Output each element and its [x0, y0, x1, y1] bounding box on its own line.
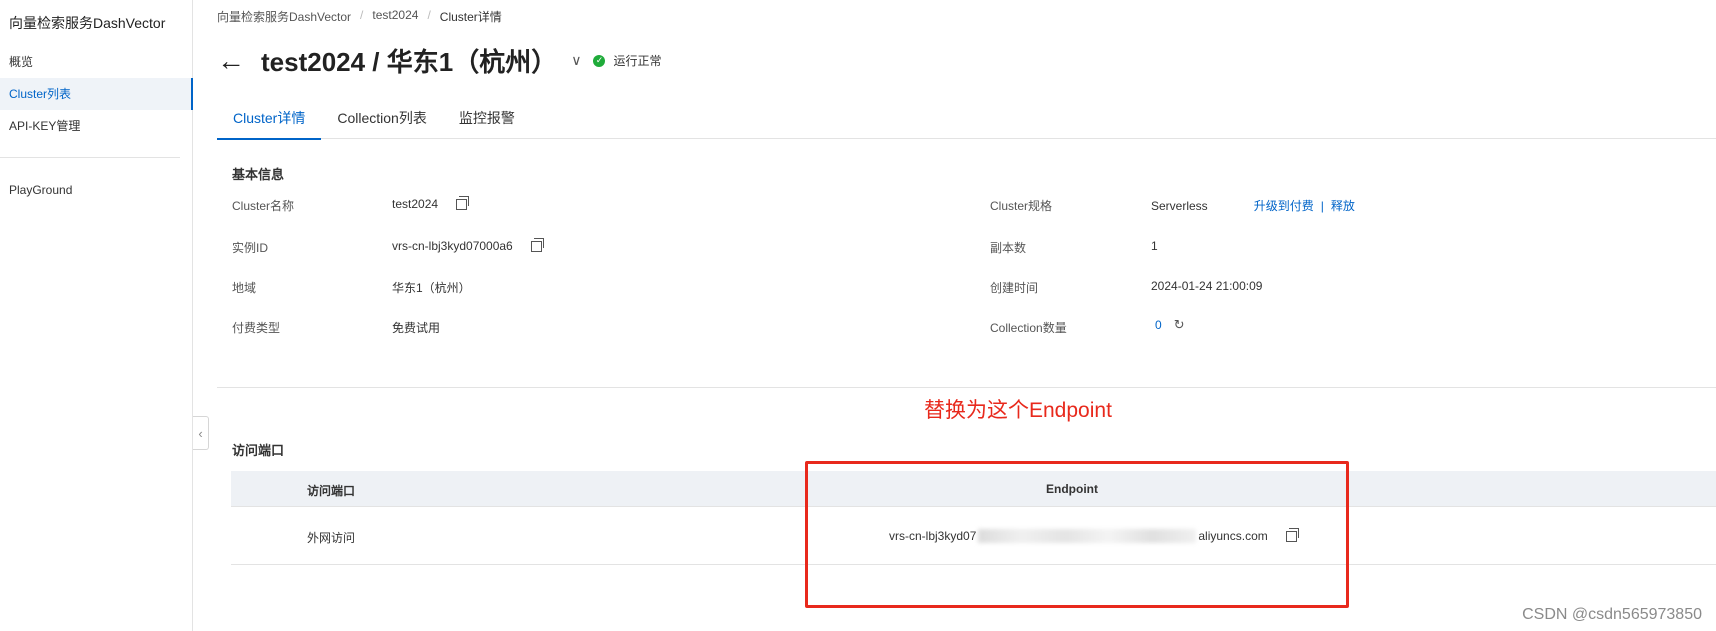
page-header: ← test2024 / 华东1（杭州） ∨ ✓ 运行正常: [217, 42, 661, 79]
annotation-highlight-box: [805, 461, 1349, 608]
chevron-down-icon[interactable]: ∨: [571, 52, 581, 69]
breadcrumb-separator: /: [360, 8, 364, 22]
link-separator: |: [1320, 198, 1324, 213]
page-title: test2024 / 华东1（杭州）: [261, 47, 558, 77]
copy-icon[interactable]: [456, 195, 470, 210]
replica-count-label: 副本数: [990, 241, 1027, 255]
copy-icon[interactable]: [530, 237, 544, 252]
breadcrumb-cluster[interactable]: test2024: [372, 8, 418, 25]
instance-id-label: 实例ID: [232, 241, 269, 255]
sidebar-item-cluster-list[interactable]: Cluster列表: [0, 78, 193, 110]
billing-type-value: 免费试用: [392, 321, 441, 335]
region-value: 华东1（杭州）: [392, 281, 471, 295]
cluster-name-label: Cluster名称: [232, 199, 295, 213]
sidebar-title: 向量检索服务DashVector: [9, 15, 166, 31]
breadcrumb-separator: /: [427, 8, 431, 22]
breadcrumb-current: Cluster详情: [439, 10, 502, 24]
check-circle-icon: ✓: [593, 54, 606, 67]
cluster-spec-value: Serverless 升级到付费 | 释放: [1151, 197, 1355, 214]
tab-monitoring[interactable]: 监控报警: [443, 104, 531, 139]
breadcrumb: 向量检索服务DashVector / test2024 / Cluster详情: [217, 8, 502, 25]
cluster-spec-text: Serverless: [1151, 198, 1208, 213]
replica-count-value: 1: [1151, 239, 1158, 253]
release-link[interactable]: 释放: [1331, 197, 1355, 214]
collection-count-value: 0 ↻: [1151, 317, 1185, 333]
upgrade-link[interactable]: 升级到付费: [1254, 197, 1314, 214]
watermark: CSDN @csdn565973850: [1522, 606, 1702, 623]
sidebar-item-overview[interactable]: 概览: [0, 46, 192, 78]
tab-collection-list[interactable]: Collection列表: [321, 104, 442, 139]
section-divider: [217, 387, 1716, 388]
region-label: 地域: [232, 281, 257, 295]
column-header-port: 访问端口: [307, 484, 356, 498]
port-type-cell: 外网访问: [307, 531, 356, 545]
sidebar-item-api-key[interactable]: API-KEY管理: [0, 110, 192, 142]
sidebar-divider: [0, 157, 180, 158]
instance-id-value: vrs-cn-lbj3kyd07000a6: [392, 237, 544, 253]
main-content: 向量检索服务DashVector / test2024 / Cluster详情 …: [193, 0, 1716, 631]
instance-id-text: vrs-cn-lbj3kyd07000a6: [392, 239, 513, 253]
sidebar: 向量检索服务DashVector 概览 Cluster列表 API-KEY管理 …: [0, 0, 193, 631]
sidebar-item-playground[interactable]: PlayGround: [0, 174, 192, 206]
collection-count-link[interactable]: 0: [1155, 318, 1162, 332]
cluster-spec-label: Cluster规格: [990, 199, 1053, 213]
status-badge: ✓ 运行正常: [593, 52, 661, 69]
breadcrumb-dashvector[interactable]: 向量检索服务DashVector: [217, 8, 351, 25]
cluster-name-value: test2024: [392, 195, 470, 211]
billing-type-label: 付费类型: [232, 321, 281, 335]
tab-bar: Cluster详情 Collection列表 监控报警: [217, 104, 1716, 140]
collection-count-label: Collection数量: [990, 321, 1067, 335]
refresh-icon[interactable]: ↻: [1174, 317, 1185, 333]
tab-cluster-detail[interactable]: Cluster详情: [217, 104, 322, 140]
status-text: 运行正常: [613, 54, 662, 68]
basic-info-title: 基本信息: [232, 167, 285, 182]
cluster-name-text: test2024: [392, 197, 439, 211]
access-port-title: 访问端口: [232, 443, 285, 458]
created-time-label: 创建时间: [990, 281, 1039, 295]
back-arrow-icon[interactable]: ←: [217, 46, 245, 75]
annotation-text: 替换为这个Endpoint: [924, 399, 1112, 422]
created-time-value: 2024-01-24 21:00:09: [1151, 279, 1263, 293]
